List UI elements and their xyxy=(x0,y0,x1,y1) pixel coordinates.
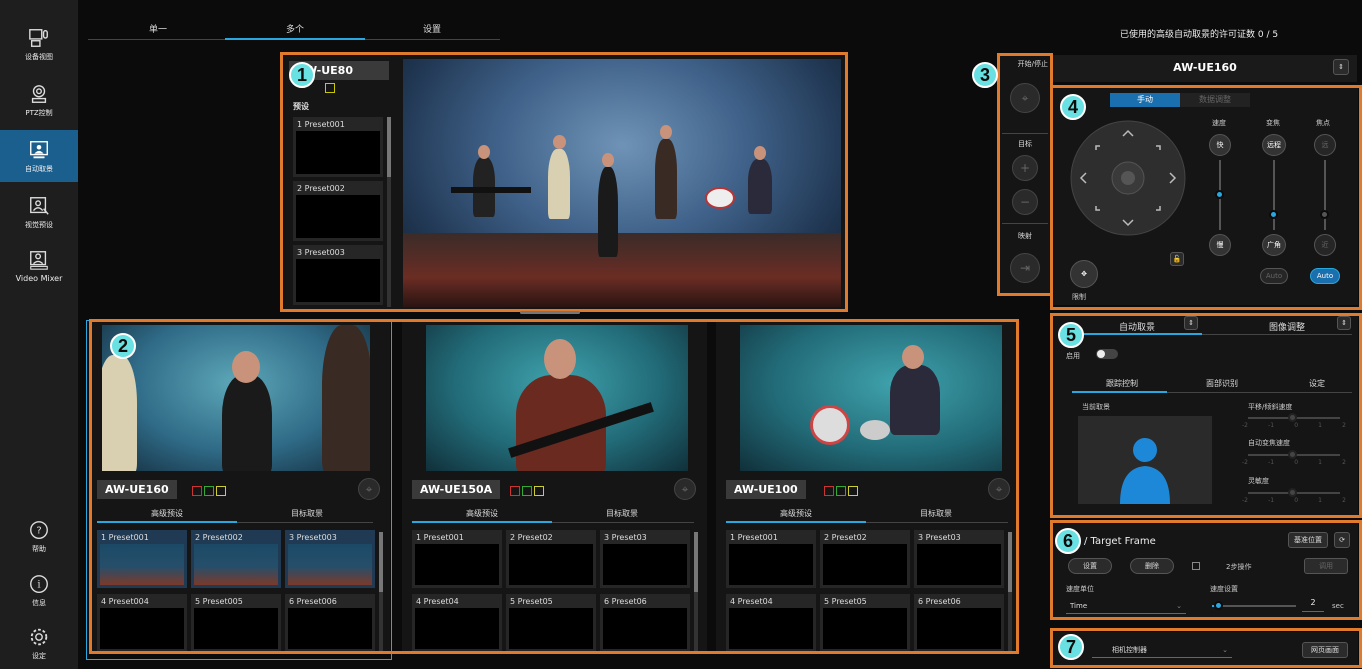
section-1-highlight xyxy=(280,52,848,312)
badge-1: 1 xyxy=(289,62,315,88)
help-icon: ? xyxy=(30,520,48,539)
badge-2: 2 xyxy=(110,333,136,359)
sidebar-item-label: 帮助 xyxy=(32,544,46,553)
info-icon: i xyxy=(30,574,48,593)
section-5-highlight xyxy=(1050,313,1362,518)
camera-select-value: AW-UE160 xyxy=(1173,61,1237,74)
section-2-highlight xyxy=(89,319,1019,654)
tab-active-indicator xyxy=(225,38,365,40)
sidebar-item-ptz[interactable]: PTZ控制 xyxy=(0,74,78,126)
tab-single[interactable]: 单一 xyxy=(88,22,228,35)
tab-multiple[interactable]: 多个 xyxy=(225,22,365,35)
svg-text:?: ? xyxy=(36,525,41,536)
resize-handle[interactable] xyxy=(520,311,580,314)
camera-select[interactable]: AW-UE160 ⇕ xyxy=(1053,55,1357,82)
sidebar-item-help[interactable]: ? 帮助 xyxy=(0,510,78,562)
video-mixer-icon xyxy=(30,251,48,270)
sidebar-item-video-mixer[interactable]: Video Mixer xyxy=(0,240,78,292)
ptz-camera-icon xyxy=(31,84,47,103)
badge-3: 3 xyxy=(972,62,998,88)
section-7-highlight xyxy=(1050,628,1362,668)
sidebar-item-label: 设定 xyxy=(32,651,46,660)
badge-6: 6 xyxy=(1055,528,1081,554)
sidebar-item-auto-framing[interactable]: 自动取景 xyxy=(0,130,78,182)
settings-gear-icon xyxy=(30,628,48,645)
sidebar: 设备视图 PTZ控制 自动取景 视觉预设 Video Mixer ? 帮助 i … xyxy=(0,0,78,669)
auto-framing-icon xyxy=(30,140,48,158)
sidebar-item-label: 设备视图 xyxy=(25,52,53,61)
camera-select-spinner[interactable]: ⇕ xyxy=(1333,59,1349,75)
tab-settings[interactable]: 设置 xyxy=(362,22,502,35)
sidebar-item-label: PTZ控制 xyxy=(25,108,53,117)
section-6-highlight xyxy=(1050,520,1362,620)
sidebar-item-label: 信息 xyxy=(32,598,46,607)
license-count: 已使用的高级自动取景的许可证数 0 / 5 xyxy=(1120,30,1279,40)
sidebar-item-settings[interactable]: 设定 xyxy=(0,617,78,669)
sidebar-item-visual-preset[interactable]: 视觉预设 xyxy=(0,186,78,238)
badge-4: 4 xyxy=(1060,94,1086,120)
sidebar-item-device-view[interactable]: 设备视图 xyxy=(0,18,78,70)
badge-5: 5 xyxy=(1058,322,1084,348)
visual-preset-icon xyxy=(30,196,49,215)
sidebar-item-label: 自动取景 xyxy=(25,164,53,173)
sidebar-item-label: 视觉预设 xyxy=(25,220,53,229)
sidebar-item-info[interactable]: i 信息 xyxy=(0,564,78,616)
device-view-icon xyxy=(29,28,48,47)
badge-7: 7 xyxy=(1058,634,1084,660)
section-3-highlight xyxy=(997,53,1053,296)
section-4-highlight xyxy=(1050,85,1362,310)
svg-text:i: i xyxy=(37,579,40,590)
sidebar-item-label: Video Mixer xyxy=(15,274,63,283)
